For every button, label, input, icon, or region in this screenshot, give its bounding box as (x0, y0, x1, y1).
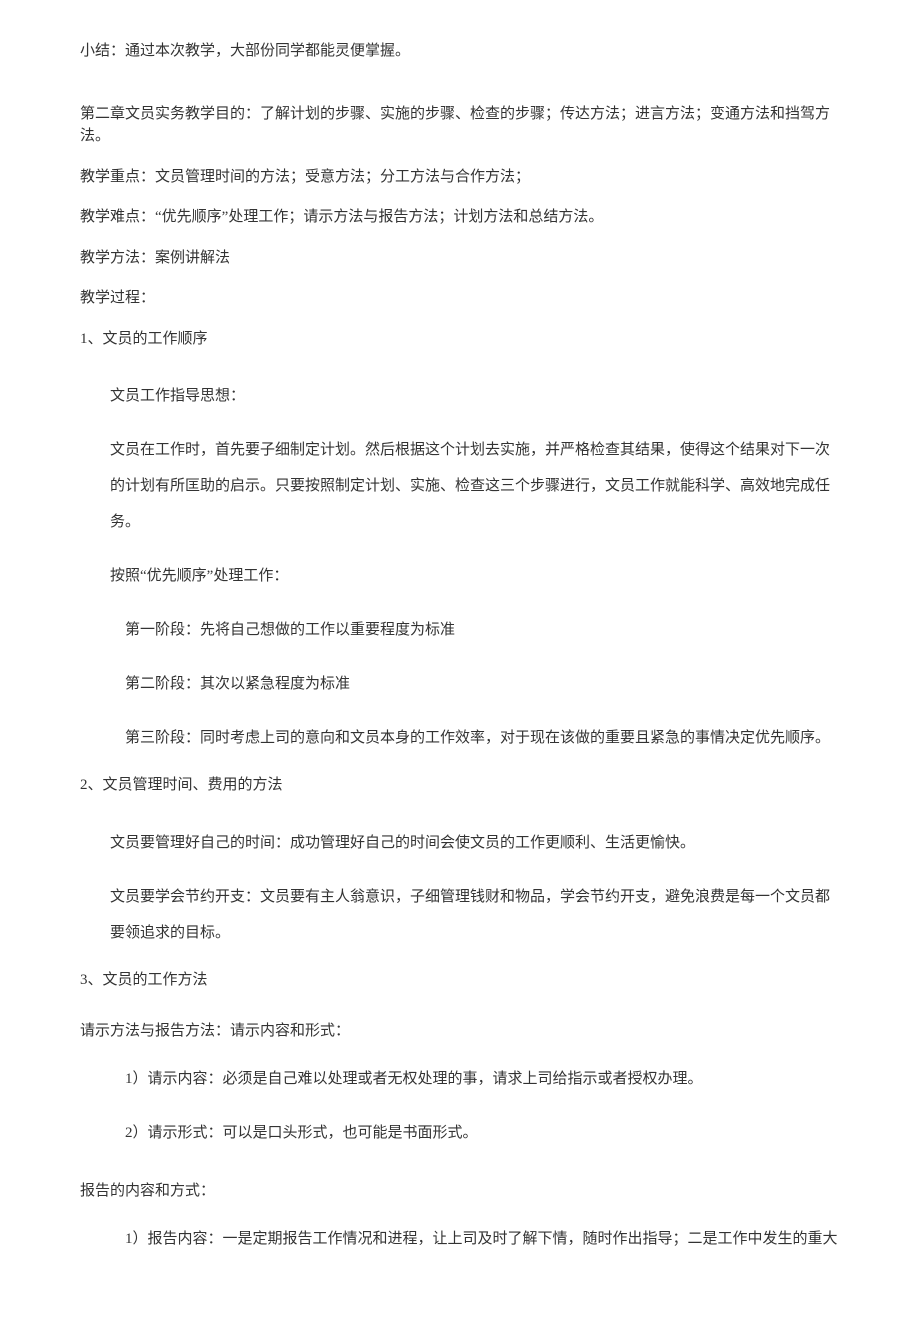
spacer (80, 1009, 840, 1019)
qingshi-title: 请示方法与报告方法：请示内容和形式： (80, 1019, 840, 1043)
spacer (80, 1169, 840, 1179)
document-page: 小结：通过本次教学，大部份同学都能灵便掌握。 第二章文员实务教学目的：了解计划的… (0, 0, 920, 1335)
guiding-body: 文员在工作时，首先要子细制定计划。然后根据这个计划去实施，并严格检查其结果，使得… (80, 432, 840, 540)
cost-mgmt: 文员要学会节约开支：文员要有主人翁意识，子细管理钱财和物品，学会节约开支，避免浪… (80, 879, 840, 951)
priority-title: 按照“优先顺序”处理工作： (80, 558, 840, 594)
spacer (80, 815, 840, 825)
stage2: 第二阶段：其次以紧急程度为标准 (80, 666, 840, 702)
spacer (80, 81, 840, 103)
guiding-title: 文员工作指导思想： (80, 378, 840, 414)
section1-title: 1、文员的工作顺序 (80, 328, 840, 351)
stage3: 第三阶段：同时考虑上司的意向和文员本身的工作效率，对于现在该做的重要且紧急的事情… (80, 720, 840, 756)
baogao-title: 报告的内容和方式： (80, 1179, 840, 1203)
stage1: 第一阶段：先将自己想做的工作以重要程度为标准 (80, 612, 840, 648)
section2-title: 2、文员管理时间、费用的方法 (80, 774, 840, 797)
spacer (80, 368, 840, 378)
chapter2-process: 教学过程： (80, 287, 840, 310)
chapter2-keypoints: 教学重点：文员管理时间的方法；受意方法；分工方法与合作方法； (80, 166, 840, 189)
chapter2-method: 教学方法：案例讲解法 (80, 247, 840, 270)
qingshi-item-2: 2）请示形式：可以是口头形式，也可能是书面形式。 (80, 1115, 840, 1151)
section3-title: 3、文员的工作方法 (80, 969, 840, 992)
summary-text: 小结：通过本次教学，大部份同学都能灵便掌握。 (80, 40, 840, 63)
baogao-item-1: 1）报告内容：一是定期报告工作情况和进程，让上司及时了解下情，随时作出指导；二是… (80, 1221, 840, 1257)
chapter2-difficulties: 教学难点：“优先顺序”处理工作；请示方法与报告方法；计划方法和总结方法。 (80, 206, 840, 229)
time-mgmt: 文员要管理好自己的时间：成功管理好自己的时间会使文员的工作更顺利、生活更愉快。 (80, 825, 840, 861)
qingshi-item-1: 1）请示内容：必须是自己难以处理或者无权处理的事，请求上司给指示或者授权办理。 (80, 1061, 840, 1097)
chapter2-purpose: 第二章文员实务教学目的：了解计划的步骤、实施的步骤、检查的步骤；传达方法；进言方… (80, 103, 840, 148)
